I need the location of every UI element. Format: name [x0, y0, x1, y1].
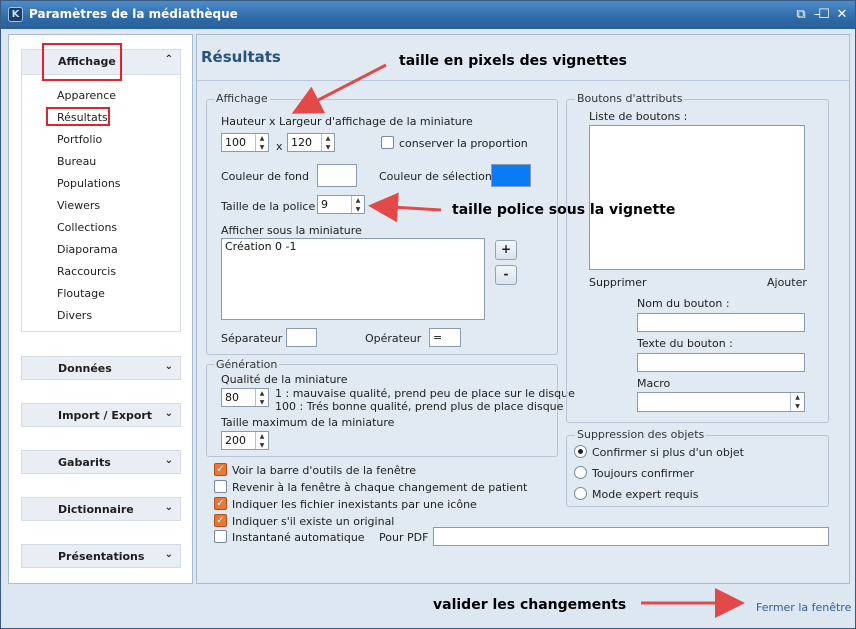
settings-window: K Paramètres de la médiathèque ⧉ – ☐ ✕ A… — [0, 0, 856, 629]
arrow-to-font-field — [368, 192, 442, 223]
arrow-to-size-field — [291, 63, 387, 114]
annotation-arrows — [291, 63, 745, 618]
